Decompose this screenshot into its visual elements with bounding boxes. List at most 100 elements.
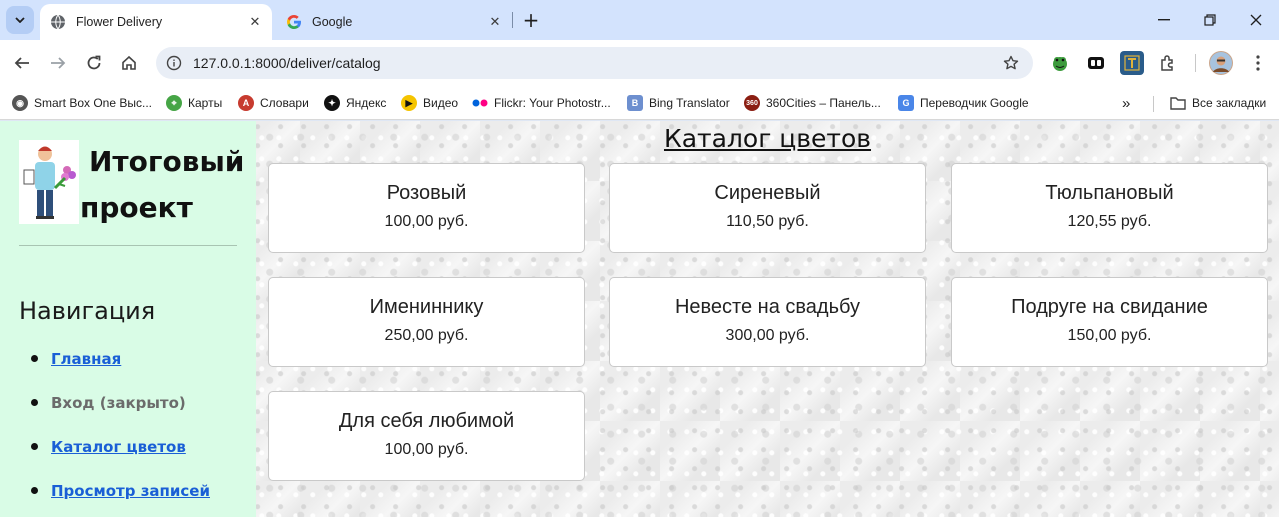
- 360cities-icon: 360: [744, 95, 760, 111]
- product-price: 250,00 руб.: [384, 327, 469, 344]
- maps-icon: ⌖: [166, 95, 182, 111]
- profile-avatar[interactable]: [1209, 51, 1233, 75]
- bookmark-label: Переводчик Google: [920, 96, 1029, 110]
- all-bookmarks-label: Все закладки: [1192, 96, 1267, 110]
- bookmark-dictionaries[interactable]: A Словари: [238, 92, 309, 114]
- yandex-icon: ✦: [324, 95, 340, 111]
- all-bookmarks-folder[interactable]: Все закладки: [1170, 92, 1266, 114]
- nav-item-home: Главная: [31, 347, 210, 391]
- tab-extension-icon[interactable]: [1084, 51, 1108, 75]
- product-card[interactable]: Подруге на свидание 150,00 руб.: [951, 277, 1268, 367]
- menu-dots-icon[interactable]: [1246, 51, 1270, 75]
- site-title-line1: Итоговый: [89, 145, 245, 178]
- dictionaries-icon: A: [238, 95, 254, 111]
- product-price: 100,00 руб.: [384, 213, 469, 230]
- flickr-icon: [472, 95, 488, 111]
- bookmark-label: Smart Box One Выс...: [34, 96, 152, 110]
- bookmark-yandex[interactable]: ✦ Яндекс: [324, 92, 386, 114]
- bookmark-label: Яндекс: [346, 96, 387, 110]
- product-card[interactable]: Тюльпановый 120,55 руб.: [951, 163, 1268, 253]
- product-card[interactable]: Сиреневый 110,50 руб.: [609, 163, 926, 253]
- bookmark-video[interactable]: ▶ Видео: [401, 92, 458, 114]
- toolbar-separator: [1195, 54, 1196, 72]
- chevron-down-icon: [15, 17, 25, 23]
- google-translate-icon: G: [898, 95, 914, 111]
- globe-icon: [50, 14, 66, 30]
- frog-extension-icon[interactable]: [1048, 51, 1072, 75]
- courier-logo: [19, 140, 79, 224]
- page-content: Итоговый проект Навигация Главная Вход (…: [0, 121, 1279, 517]
- nav-link-records[interactable]: Просмотр записей: [51, 482, 210, 500]
- address-bar[interactable]: 127.0.0.1:8000/deliver/catalog: [156, 47, 1033, 79]
- tab-title: Google: [312, 15, 353, 29]
- bookmark-label: Карты: [188, 96, 223, 110]
- close-icon[interactable]: ✕: [484, 11, 506, 33]
- tab-separator: [512, 12, 513, 28]
- close-window-icon[interactable]: [1233, 0, 1279, 40]
- back-icon[interactable]: [6, 47, 38, 79]
- tab-strip: Flower Delivery ✕ Google ✕ +: [0, 0, 1279, 40]
- browser-toolbar: 127.0.0.1:8000/deliver/catalog: [0, 40, 1279, 86]
- sidebar-divider: [19, 245, 237, 246]
- bookmark-bing-translator[interactable]: B Bing Translator: [627, 92, 730, 114]
- product-name: Невесте на свадьбу: [674, 296, 861, 318]
- tab-flower-delivery[interactable]: Flower Delivery ✕: [40, 4, 272, 40]
- bookmark-label: Bing Translator: [649, 96, 730, 110]
- sidebar: Итоговый проект Навигация Главная Вход (…: [0, 121, 256, 517]
- bookmarks-separator: [1153, 96, 1154, 112]
- bookmarks-bar: ◉ Smart Box One Выс... ⌖ Карты A Словари…: [0, 86, 1279, 120]
- more-bookmarks-icon[interactable]: »: [1122, 92, 1130, 114]
- product-price: 300,00 руб.: [725, 327, 810, 344]
- puzzle-extensions-icon[interactable]: [1156, 51, 1180, 75]
- product-card[interactable]: Имениннику 250,00 руб.: [268, 277, 585, 367]
- bookmark-label: 360Cities – Панель...: [766, 96, 881, 110]
- new-tab-button[interactable]: +: [518, 7, 544, 33]
- bookmark-label: Flickr: Your Photostr...: [494, 96, 611, 110]
- video-play-icon: ▶: [401, 95, 417, 111]
- product-card[interactable]: Для себя любимой 100,00 руб.: [268, 391, 585, 481]
- forward-icon[interactable]: [42, 47, 74, 79]
- tab-title: Flower Delivery: [76, 15, 163, 29]
- bookmark-label: Словари: [260, 96, 309, 110]
- bookmark-google-translate[interactable]: G Переводчик Google: [898, 92, 1029, 114]
- nav-item-login: Вход (закрыто): [31, 391, 210, 435]
- product-card[interactable]: Невесте на свадьбу 300,00 руб.: [609, 277, 926, 367]
- site-info-icon[interactable]: [164, 53, 184, 73]
- product-card[interactable]: Розовый 100,00 руб.: [268, 163, 585, 253]
- nav-list: Главная Вход (закрыто) Каталог цветов Пр…: [31, 347, 210, 517]
- nav-login-disabled: Вход (закрыто): [51, 394, 186, 412]
- tab-search-button[interactable]: [6, 6, 34, 34]
- site-title-line2: проект: [80, 191, 193, 224]
- bookmark-maps[interactable]: ⌖ Карты: [166, 92, 222, 114]
- catalog-title: Каталог цветов: [663, 124, 872, 153]
- product-name: Имениннику: [369, 296, 484, 318]
- nav-heading: Навигация: [19, 297, 156, 325]
- product-name: Для себя любимой: [338, 410, 515, 432]
- bookmark-label: Видео: [423, 96, 459, 110]
- product-name: Тюльпановый: [1045, 182, 1174, 204]
- product-price: 110,50 руб.: [726, 213, 809, 230]
- translate-extension-icon[interactable]: [1120, 51, 1144, 75]
- close-icon[interactable]: ✕: [244, 11, 266, 33]
- product-name: Сиреневый: [714, 182, 821, 204]
- bookmark-360cities[interactable]: 360 360Cities – Панель...: [744, 92, 881, 114]
- product-name: Подруге на свидание: [1011, 296, 1208, 318]
- nav-link-catalog[interactable]: Каталог цветов: [51, 438, 186, 456]
- minimize-icon[interactable]: [1141, 0, 1187, 40]
- bookmark-smartbox[interactable]: ◉ Smart Box One Выс...: [12, 92, 152, 114]
- product-name: Розовый: [386, 182, 467, 204]
- reload-icon[interactable]: [78, 47, 110, 79]
- google-icon: [286, 14, 302, 30]
- url-text: 127.0.0.1:8000/deliver/catalog: [193, 55, 381, 71]
- tab-google[interactable]: Google ✕: [276, 4, 512, 40]
- site-title: Итоговый проект: [80, 139, 250, 231]
- home-icon[interactable]: [113, 47, 145, 79]
- bing-translator-icon: B: [627, 95, 643, 111]
- product-price: 120,55 руб.: [1067, 213, 1152, 230]
- bookmark-star-icon[interactable]: [1001, 53, 1021, 73]
- product-price: 100,00 руб.: [384, 441, 469, 458]
- product-price: 150,00 руб.: [1067, 327, 1152, 344]
- bookmark-flickr[interactable]: Flickr: Your Photostr...: [472, 92, 611, 114]
- nav-link-home[interactable]: Главная: [51, 350, 121, 368]
- restore-icon[interactable]: [1187, 0, 1233, 40]
